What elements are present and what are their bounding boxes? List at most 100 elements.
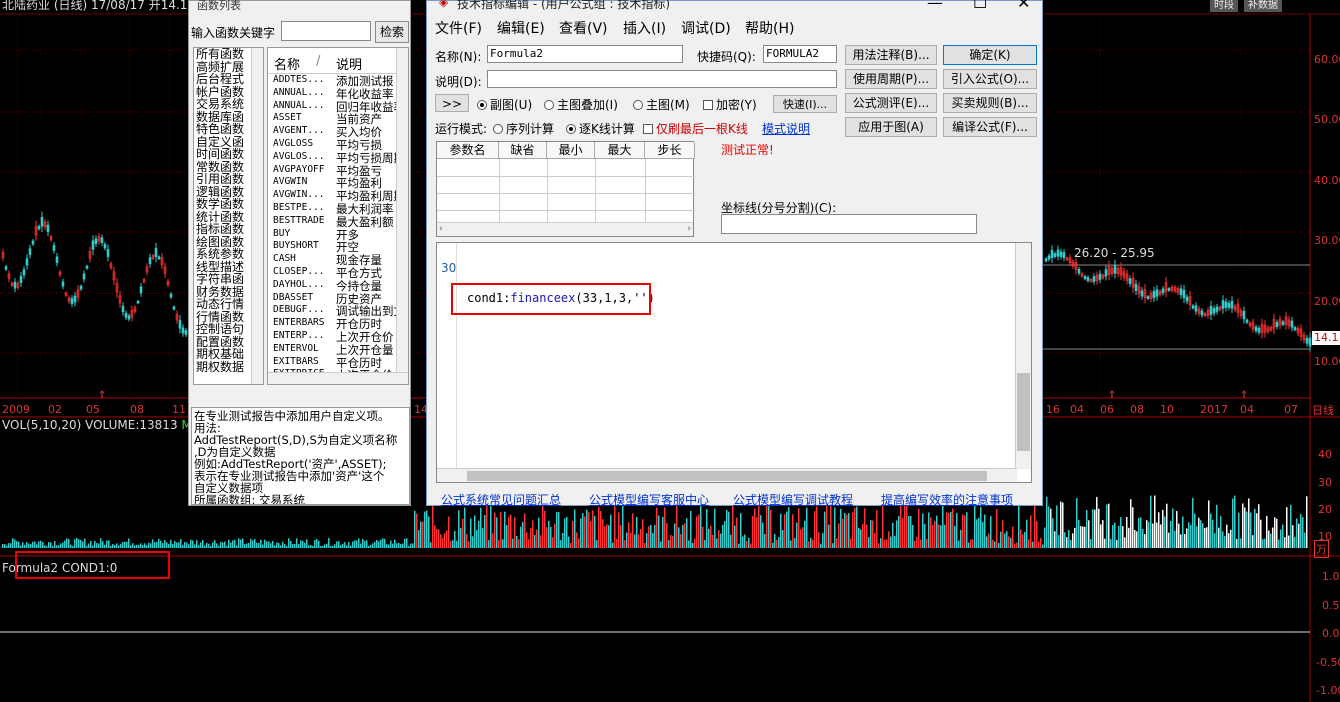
scroll-right-icon[interactable]: › <box>687 224 691 234</box>
function-name: ANNUAL... <box>273 86 325 98</box>
efficiency-tips-link[interactable]: 提高编写效率的注意事项 <box>881 491 1013 508</box>
radio-main-chart[interactable]: 主图(M) <box>633 96 690 113</box>
volume-bar <box>754 508 756 548</box>
function-search-input[interactable] <box>281 21 371 41</box>
volume-bar <box>624 540 626 548</box>
fill-data-button[interactable]: 补数据 <box>1244 0 1282 12</box>
menu-insert[interactable]: 插入(I) <box>623 18 666 38</box>
volume-bar <box>220 542 222 548</box>
volume-bar <box>572 520 574 548</box>
menu-view[interactable]: 查看(V) <box>559 18 608 38</box>
candlestick-body <box>1290 320 1294 328</box>
scroll-thumb[interactable] <box>467 471 987 481</box>
parameter-table[interactable]: 参数名 缺省 最小 最大 步长 ‹ › <box>436 141 695 237</box>
volume-bar <box>18 541 20 548</box>
volume-bar <box>182 545 184 548</box>
code-hscrollbar[interactable] <box>437 468 1017 482</box>
candlestick-body <box>37 225 41 230</box>
function-list-window[interactable]: 函数列表 输入函数关键字 检索 所有函数 高频扩展 后台程式 帐户函数 交易系统 数据库函… <box>188 0 411 506</box>
volume-bar <box>258 542 260 548</box>
volume-bar <box>570 543 572 548</box>
candlestick-body <box>1104 269 1108 277</box>
search-button[interactable]: 检索 <box>375 21 409 43</box>
description-input[interactable] <box>487 70 837 88</box>
volume-bar <box>712 534 714 548</box>
scroll-left-icon[interactable]: ‹ <box>439 224 443 234</box>
menu-help[interactable]: 帮助(H) <box>745 18 794 38</box>
volume-bar <box>270 543 272 548</box>
param-hscrollbar[interactable]: ‹ › <box>437 222 693 236</box>
apply-to-chart-button[interactable]: 应用于图(A) <box>845 117 937 137</box>
volume-bar <box>446 530 448 548</box>
code-editor[interactable]: 30 cond1:financeex(33,1,3,'') <box>436 242 1032 483</box>
import-formula-button[interactable]: 引入公式(O)... <box>943 69 1037 89</box>
volume-bar <box>122 542 124 548</box>
support-center-link[interactable]: 公式模型编写客服中心 <box>589 491 709 508</box>
col-name-header[interactable]: 名称 <box>274 54 300 73</box>
volume-bar <box>158 538 160 548</box>
candlestick-body <box>1215 306 1219 312</box>
menu-edit[interactable]: 编辑(E) <box>497 18 545 38</box>
menu-file[interactable]: 文件(F) <box>435 18 482 38</box>
volume-bar <box>704 539 706 548</box>
radio-sequence-calc[interactable]: 序列计算 <box>493 120 554 137</box>
debug-tutorial-link[interactable]: 公式模型编写调试教程 <box>733 491 853 508</box>
compile-formula-button[interactable]: 编译公式(F)... <box>943 117 1037 137</box>
volume-bar <box>502 539 504 548</box>
volume-bar <box>670 535 672 548</box>
function-table[interactable]: 名称 / 说明 ADDTES... 添加测试报 ANNUAL... 年化收益率 ANNU… <box>267 47 409 385</box>
last-bar-only-checkbox[interactable]: 仅刷最后一根K线 <box>643 120 748 137</box>
volume-bar <box>962 514 964 548</box>
volume-bar <box>1206 527 1208 548</box>
col-desc-header[interactable]: 说明 <box>336 54 362 73</box>
encrypt-checkbox[interactable]: 加密(Y) <box>703 96 757 113</box>
minimize-icon[interactable]: — <box>927 0 943 12</box>
code-vscrollbar[interactable] <box>1015 243 1031 469</box>
axis-lines-input[interactable] <box>721 214 977 234</box>
volume-bar <box>146 545 148 548</box>
menu-debug[interactable]: 调试(D) <box>681 18 731 38</box>
trade-rules-button[interactable]: 买卖规则(B)... <box>943 93 1037 113</box>
radio-sub-chart[interactable]: 副图(U) <box>477 96 532 113</box>
candlestick-body <box>1113 264 1117 274</box>
volume-bar <box>164 540 166 548</box>
close-icon[interactable]: ✕ <box>1017 0 1030 12</box>
faq-link[interactable]: 公式系统常见问题汇总 <box>441 491 561 508</box>
shortcut-input[interactable]: FORMULA2 <box>763 45 837 63</box>
volume-bar <box>1004 533 1006 548</box>
name-input[interactable]: Formula2 <box>487 45 683 63</box>
volume-bar <box>1238 512 1240 548</box>
category-scrollbar[interactable] <box>251 48 263 384</box>
mode-help-link[interactable]: 模式说明 <box>762 120 810 137</box>
volume-bar <box>912 525 914 548</box>
volume-bar <box>148 542 150 548</box>
volume-bar <box>996 509 998 548</box>
volume-bar <box>382 538 384 548</box>
quick-button[interactable]: 快速(I)... <box>773 95 837 113</box>
volume-bar <box>1006 531 1008 548</box>
function-table-scrollbar[interactable] <box>396 48 408 384</box>
period-button[interactable]: 时段 <box>1210 0 1238 12</box>
volume-bar <box>34 541 36 548</box>
volume-bar <box>768 505 770 548</box>
formula-test-button[interactable]: 公式测评(E)... <box>845 93 937 113</box>
function-table-hscrollbar[interactable] <box>268 372 408 384</box>
expand-button[interactable]: >> <box>435 94 469 112</box>
formula-editor-window[interactable]: 技术指标编辑 - (用户公式组 : 技术指标) ◈ — ☐ ✕ 文件(F) 编辑… <box>426 0 1043 508</box>
scroll-thumb[interactable] <box>1017 373 1030 451</box>
volume-bar <box>976 519 978 548</box>
volume-bar <box>642 519 644 548</box>
radio-main-overlay[interactable]: 主图叠加(I) <box>544 96 618 113</box>
ok-button[interactable]: 确定(K) <box>943 45 1037 65</box>
volume-bar <box>22 542 24 548</box>
volume-bar <box>300 540 302 548</box>
maximize-icon[interactable]: ☐ <box>973 0 987 12</box>
usage-period-button[interactable]: 使用周期(P)... <box>845 69 937 89</box>
volume-bar <box>1148 522 1150 548</box>
volume-bar <box>578 538 580 548</box>
radio-per-bar-calc[interactable]: 逐K线计算 <box>566 120 635 137</box>
usage-notes-button[interactable]: 用法注释(B)... <box>845 45 937 65</box>
volume-bar <box>424 511 426 548</box>
category-list[interactable]: 所有函数 高频扩展 后台程式 帐户函数 交易系统 数据库函 特色函数 自定义函 时间函数 常数函数… <box>193 47 264 385</box>
range-label: 26.20 - 25.95 <box>1074 246 1155 260</box>
